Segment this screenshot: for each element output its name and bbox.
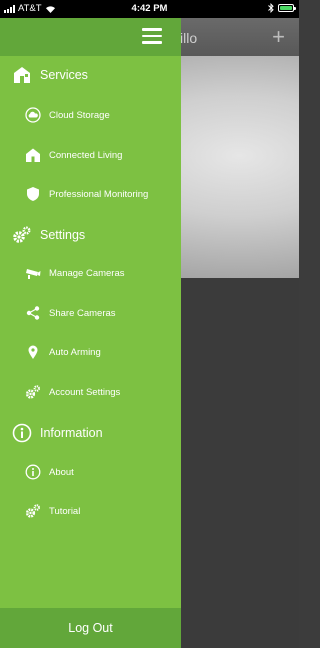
menu-item-account-settings[interactable]: Account Settings (25, 384, 120, 400)
drawer-header (0, 18, 181, 56)
location-pin-icon (25, 344, 41, 360)
battery-icon (278, 4, 296, 12)
info-icon (12, 423, 32, 443)
menu-item-share-cameras[interactable]: Share Cameras (25, 305, 116, 321)
logout-button[interactable]: Log Out (0, 608, 181, 648)
menu-item-label: Account Settings (49, 386, 121, 398)
share-icon (25, 305, 41, 321)
menu-item-professional-monitoring[interactable]: Professional Monitoring (25, 186, 148, 202)
menu-item-label: Tutorial (49, 505, 81, 517)
navigation-drawer: Services Cloud Storage Connected Living … (0, 18, 181, 648)
menu-item-about[interactable]: About (25, 464, 74, 480)
menu-item-label: Auto Arming (49, 346, 101, 358)
menu-item-tutorial[interactable]: Tutorial (25, 503, 80, 519)
menu-icon[interactable] (142, 28, 162, 44)
section-services[interactable]: Services (12, 65, 88, 85)
gears-icon (25, 503, 41, 519)
status-right (268, 3, 296, 13)
menu-item-label: About (49, 466, 74, 478)
menu-item-label: Connected Living (49, 149, 123, 161)
menu-item-connected-living[interactable]: Connected Living (25, 147, 122, 163)
house-icon (12, 65, 32, 85)
menu-item-label: Manage Cameras (49, 267, 125, 279)
add-button[interactable]: + (272, 24, 285, 50)
gears-icon (25, 384, 41, 400)
section-settings[interactable]: Settings (12, 225, 85, 245)
menu-item-manage-cameras[interactable]: Manage Cameras (25, 265, 125, 281)
section-label: Services (40, 68, 88, 82)
connected-living-icon (25, 147, 41, 163)
bluetooth-icon (268, 3, 274, 13)
app-logo: illo (180, 30, 198, 46)
section-information[interactable]: Information (12, 423, 103, 443)
camera-icon (25, 265, 41, 281)
info-icon (25, 464, 41, 480)
menu-item-auto-arming[interactable]: Auto Arming (25, 344, 101, 360)
menu-item-cloud-storage[interactable]: Cloud Storage (25, 107, 110, 123)
menu-item-label: Share Cameras (49, 307, 116, 319)
section-label: Information (40, 426, 103, 440)
status-time: 4:42 PM (131, 3, 168, 14)
cloud-storage-icon (25, 107, 41, 123)
gears-icon (12, 225, 32, 245)
section-label: Settings (40, 228, 86, 242)
shield-icon (25, 186, 41, 202)
status-bar: AT&T 4:42 PM (0, 0, 299, 18)
menu-item-label: Cloud Storage (49, 109, 110, 121)
menu-item-label: Professional Monitoring (49, 188, 149, 200)
